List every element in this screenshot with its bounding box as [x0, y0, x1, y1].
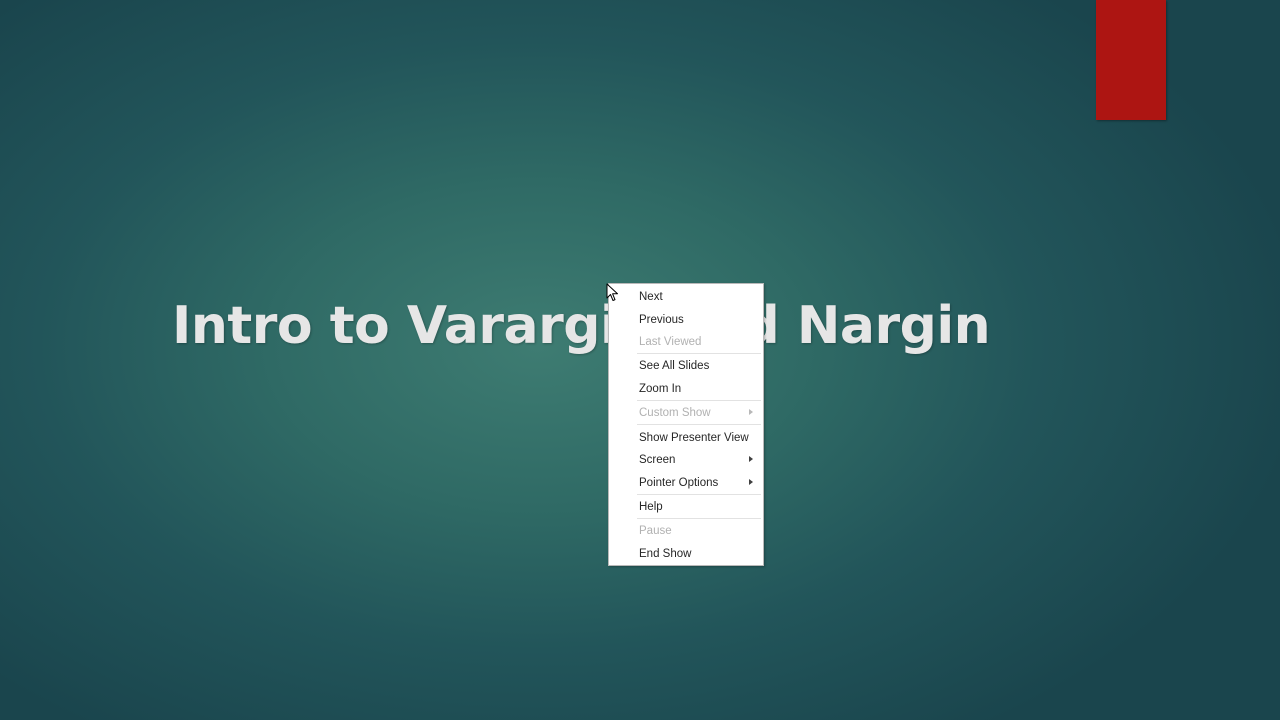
slide-accent-bar: [1096, 0, 1166, 120]
menu-item-pointer-options[interactable]: Pointer Options: [639, 476, 718, 490]
submenu-arrow-icon: [749, 409, 753, 415]
menu-item-pause: Pause: [639, 525, 672, 537]
menu-separator: [637, 353, 761, 354]
menu-item-zoom-in[interactable]: Zoom In: [639, 382, 681, 396]
submenu-arrow-icon: [749, 479, 753, 485]
arrow-cursor-icon: [606, 283, 618, 301]
menu-separator: [637, 424, 761, 425]
menu-item-screen[interactable]: Screen: [639, 453, 675, 467]
slideshow-context-menu: Next Previous Last Viewed See All Slides…: [608, 283, 764, 566]
menu-separator: [637, 518, 761, 519]
menu-item-previous[interactable]: Previous: [639, 313, 684, 327]
menu-item-help[interactable]: Help: [639, 500, 663, 514]
menu-item-see-all-slides[interactable]: See All Slides: [639, 359, 709, 373]
menu-item-custom-show: Custom Show: [639, 407, 711, 419]
menu-item-show-presenter-view[interactable]: Show Presenter View: [639, 431, 749, 445]
menu-item-next[interactable]: Next: [639, 290, 663, 304]
submenu-arrow-icon: [749, 456, 753, 462]
menu-separator: [637, 400, 761, 401]
menu-item-last-viewed: Last Viewed: [639, 336, 702, 348]
slide-title: Intro to Varargin and Nargin: [172, 296, 991, 356]
menu-item-end-show[interactable]: End Show: [639, 547, 691, 561]
menu-separator: [637, 494, 761, 495]
